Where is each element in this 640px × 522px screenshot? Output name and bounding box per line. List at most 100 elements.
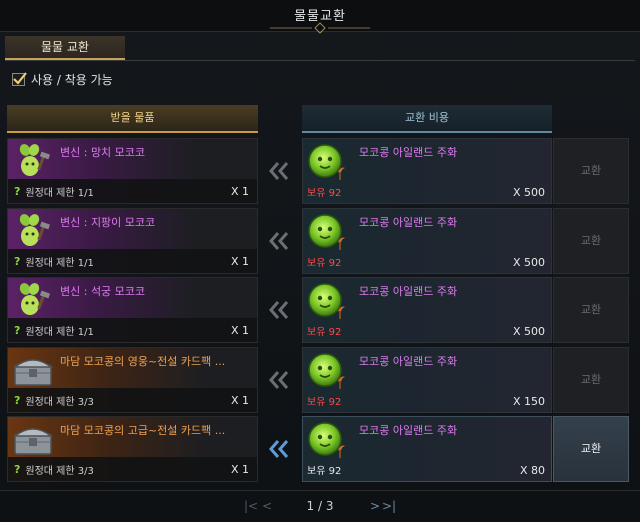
reward-slot[interactable]: 변신 : 석궁 모코코 ? 원정대 제한 1/1 X 1 bbox=[7, 277, 258, 343]
owned-amount: 보유 92 bbox=[307, 188, 342, 199]
cost-quantity: X 500 bbox=[512, 255, 545, 269]
checkmark-icon bbox=[13, 71, 27, 85]
reward-info-bar: ? 원정대 제한 1/1 X 1 bbox=[8, 179, 257, 203]
reward-slot[interactable]: 변신 : 지팡이 모코코 ? 원정대 제한 1/1 X 1 bbox=[7, 207, 258, 274]
cost-item-name: 모코콩 아일랜드 주화 bbox=[359, 424, 458, 437]
cost-quantity: X 150 bbox=[512, 394, 545, 408]
double-chevron-left-icon bbox=[269, 440, 289, 458]
trade-row: 변신 : 망치 모코코 ? 원정대 제한 1/1 X 1 모코콩 아일랜드 주화… bbox=[0, 138, 640, 204]
cost-slot[interactable]: 모코콩 아일랜드 주화 보유 92 X 80 bbox=[302, 416, 552, 482]
mokoko-seed-icon bbox=[19, 144, 51, 176]
reward-slot[interactable]: 마담 모코콩의 고급~전설 카드팩 ... ? 원정대 제한 3/3 X 1 bbox=[7, 416, 258, 482]
owned-amount: 보유 92 bbox=[307, 396, 342, 408]
double-chevron-left-icon bbox=[269, 162, 289, 180]
reward-item-icon bbox=[12, 351, 54, 389]
reward-item-name: 변신 : 망치 모코코 bbox=[60, 146, 146, 159]
tab-divider bbox=[5, 60, 635, 61]
exchange-limit: ? 원정대 제한 3/3 bbox=[14, 393, 94, 408]
cost-item-name: 모코콩 아일랜드 주화 bbox=[359, 215, 458, 229]
owned-amount: 보유 92 bbox=[307, 257, 342, 269]
cost-quantity: X 80 bbox=[519, 464, 545, 477]
exchange-limit: ? 원정대 제한 1/1 bbox=[14, 254, 94, 269]
cost-item-name: 모코콩 아일랜드 주화 bbox=[359, 354, 458, 368]
mokoko-coin-icon bbox=[308, 422, 345, 458]
reward-item-icon bbox=[12, 281, 54, 319]
reward-info-bar: ? 원정대 제한 1/1 X 1 bbox=[8, 248, 257, 273]
exchange-limit-text: 원정대 제한 3/3 bbox=[25, 466, 94, 477]
next-page-icon[interactable]: > bbox=[370, 499, 380, 513]
mokoko-seed-icon bbox=[19, 213, 51, 246]
page-indicator: 1 / 3 bbox=[306, 499, 334, 513]
exchange-button[interactable]: 교환 bbox=[553, 416, 629, 482]
cost-item-name: 모코콩 아일랜드 주화 bbox=[359, 146, 458, 159]
exchange-limit: ? 원정대 제한 3/3 bbox=[14, 462, 94, 477]
cost-quantity: X 500 bbox=[512, 325, 545, 338]
header-receive: 받을 물품 bbox=[7, 105, 258, 133]
question-icon[interactable]: ? bbox=[14, 463, 20, 476]
reward-quantity: X 1 bbox=[230, 254, 249, 268]
reward-item-name: 마담 모코콩의 영웅~전설 카드팩 ... bbox=[60, 354, 226, 368]
cost-slot[interactable]: 모코콩 아일랜드 주화 보유 92 X 150 bbox=[302, 346, 552, 413]
cost-slot[interactable]: 모코콩 아일랜드 주화 보유 92 X 500 bbox=[302, 277, 552, 343]
header-cost: 교환 비용 bbox=[302, 105, 552, 133]
mokoko-coin-icon bbox=[308, 213, 345, 250]
question-icon[interactable]: ? bbox=[14, 324, 20, 337]
title-ornament-icon bbox=[270, 22, 370, 34]
cost-quantity: X 500 bbox=[512, 186, 545, 199]
reward-item-name: 마담 모코콩의 고급~전설 카드팩 ... bbox=[60, 424, 226, 437]
card-pack-chest-icon bbox=[12, 428, 54, 455]
reward-quantity: X 1 bbox=[230, 463, 249, 476]
tab-barter[interactable]: 물물 교환 bbox=[5, 36, 125, 60]
cost-item-name: 모코콩 아일랜드 주화 bbox=[359, 285, 458, 298]
reward-info-bar: ? 원정대 제한 3/3 X 1 bbox=[8, 457, 257, 481]
cost-slot[interactable]: 모코콩 아일랜드 주화 보유 92 X 500 bbox=[302, 207, 552, 274]
reward-item-icon bbox=[12, 142, 54, 180]
reward-item-name: 변신 : 석궁 모코코 bbox=[60, 285, 146, 298]
mokoko-coin-icon bbox=[308, 352, 345, 389]
trade-row: 마담 모코콩의 영웅~전설 카드팩 ... ? 원정대 제한 3/3 X 1 모… bbox=[0, 346, 640, 413]
reward-slot[interactable]: 변신 : 망치 모코코 ? 원정대 제한 1/1 X 1 bbox=[7, 138, 258, 204]
question-icon[interactable]: ? bbox=[14, 394, 20, 407]
reward-info-bar: ? 원정대 제한 1/1 X 1 bbox=[8, 318, 257, 342]
exchange-button[interactable]: 교환 bbox=[553, 207, 629, 274]
exchange-limit-text: 원정대 제한 1/1 bbox=[25, 327, 94, 338]
reward-slot[interactable]: 마담 모코콩의 영웅~전설 카드팩 ... ? 원정대 제한 3/3 X 1 bbox=[7, 346, 258, 413]
last-page-icon[interactable]: >| bbox=[382, 499, 396, 513]
reward-quantity: X 1 bbox=[230, 393, 249, 407]
exchange-button[interactable]: 교환 bbox=[553, 346, 629, 413]
usable-filter[interactable]: 사용 / 착용 가능 bbox=[12, 70, 113, 88]
mokoko-coin-icon bbox=[308, 283, 345, 319]
card-pack-chest-icon bbox=[12, 358, 54, 386]
double-chevron-left-icon bbox=[269, 301, 289, 319]
exchange-button[interactable]: 교환 bbox=[553, 277, 629, 343]
owned-amount: 보유 92 bbox=[307, 466, 342, 477]
reward-quantity: X 1 bbox=[230, 324, 249, 337]
exchange-limit: ? 원정대 제한 1/1 bbox=[14, 184, 94, 199]
double-chevron-left-icon bbox=[269, 370, 289, 389]
reward-info-bar: ? 원정대 제한 3/3 X 1 bbox=[8, 387, 257, 412]
exchange-limit-text: 원정대 제한 1/1 bbox=[25, 257, 94, 269]
reward-quantity: X 1 bbox=[230, 185, 249, 198]
pagination: |< < 1 / 3 > >| bbox=[0, 490, 640, 522]
title-bar: 물물교환 bbox=[0, 0, 640, 34]
mokoko-coin-icon bbox=[308, 144, 345, 180]
exchange-limit-text: 원정대 제한 3/3 bbox=[25, 396, 94, 408]
reward-item-icon bbox=[12, 420, 54, 458]
owned-amount: 보유 92 bbox=[307, 327, 342, 338]
exchange-limit: ? 원정대 제한 1/1 bbox=[14, 323, 94, 338]
cost-slot[interactable]: 모코콩 아일랜드 주화 보유 92 X 500 bbox=[302, 138, 552, 204]
mokoko-seed-icon bbox=[19, 283, 51, 315]
double-chevron-left-icon bbox=[269, 231, 289, 250]
trade-row: 마담 모코콩의 고급~전설 카드팩 ... ? 원정대 제한 3/3 X 1 모… bbox=[0, 416, 640, 482]
usable-filter-label: 사용 / 착용 가능 bbox=[31, 72, 113, 87]
reward-item-name: 변신 : 지팡이 모코코 bbox=[60, 215, 156, 229]
exchange-button[interactable]: 교환 bbox=[553, 138, 629, 204]
usable-checkbox[interactable] bbox=[12, 71, 27, 86]
question-icon[interactable]: ? bbox=[14, 255, 20, 268]
reward-item-icon bbox=[12, 212, 54, 250]
exchange-limit-text: 원정대 제한 1/1 bbox=[25, 188, 94, 199]
trade-row: 변신 : 석궁 모코코 ? 원정대 제한 1/1 X 1 모코콩 아일랜드 주화… bbox=[0, 277, 640, 343]
barter-window: 물물교환 물물 교환 사용 / 착용 가능 받을 물품 교환 비용 변신 : 망… bbox=[0, 0, 640, 522]
trade-row: 변신 : 지팡이 모코코 ? 원정대 제한 1/1 X 1 모코콩 아일랜드 주… bbox=[0, 207, 640, 274]
question-icon[interactable]: ? bbox=[14, 185, 20, 198]
